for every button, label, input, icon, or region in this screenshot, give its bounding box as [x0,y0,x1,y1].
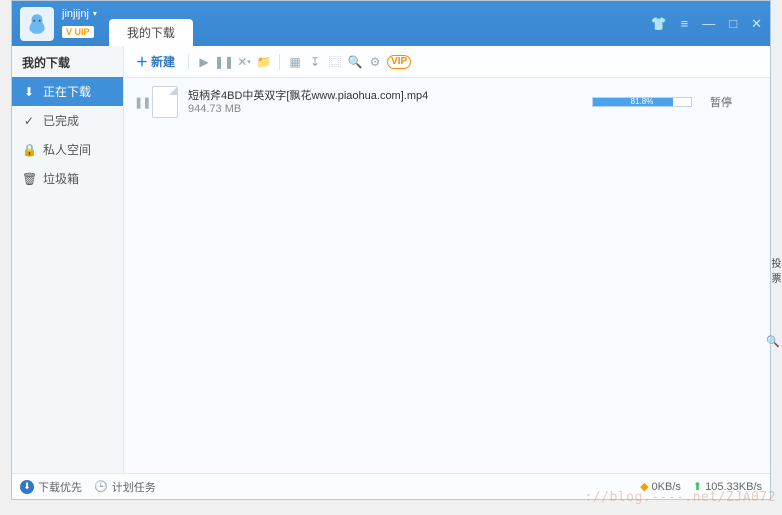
separator [279,54,280,70]
sidebar-item-label: 垃圾箱 [43,170,79,187]
sidebar: 我的下载 ⬇ 正在下载 ✓ 已完成 🔒 私人空间 🗑 垃圾箱 [12,46,124,473]
file-name: 短柄斧4BD中英双字[飘花www.piaohua.com].mp4 [188,89,488,103]
sidebar-item-label: 正在下载 [43,83,91,100]
user-dropdown-caret-icon: ▾ [93,9,97,18]
separator [188,54,189,70]
new-label: 新建 [151,53,175,70]
watermark: ://blog.----.net/ZJA072 [584,490,776,505]
toolbar: ＋ 新建 ▶ ❚❚ ✕▾ 📁 ▦ ↧ ⿴ 🔍 ⚙ VIP [124,46,770,78]
priority-button[interactable]: ⬇ 下载优先 [20,479,82,495]
sidebar-item-private[interactable]: 🔒 私人空间 [12,135,123,164]
file-size: 944.73 MB [188,103,488,115]
sidebar-item-label: 已完成 [43,112,79,129]
download-list: ❚❚ 短柄斧4BD中英双字[飘花www.piaohua.com].mp4 944… [124,78,770,473]
sidebar-item-downloading[interactable]: ⬇ 正在下载 [12,77,123,106]
menu-icon[interactable]: ≡ [681,16,689,31]
priority-icon: ⬇ [20,480,34,494]
right-strip: 投票 🔍 [771,0,782,500]
settings-icon[interactable]: ⚙ [367,54,383,70]
app-window: jinjijnj ▾ V UIP 我的下载 👕 ≡ — □ ✕ 我的下载 ⬇ 正… [11,0,771,500]
sidebar-item-label: 私人空间 [43,141,91,158]
window-controls: 👕 ≡ — □ ✕ [650,16,762,32]
tab-strip: 我的下载 [109,1,651,46]
file-info: 短柄斧4BD中英双字[飘花www.piaohua.com].mp4 944.73… [188,89,488,115]
row-pause-icon[interactable]: ❚❚ [134,96,152,109]
schedule-button[interactable]: 🕒 计划任务 [94,479,156,495]
priority-label: 下载优先 [38,479,82,495]
magnifier-icon[interactable]: 🔍 [766,335,780,348]
sidebar-item-trash[interactable]: 🗑 垃圾箱 [12,164,123,193]
maximize-button[interactable]: □ [729,16,737,31]
vote-label[interactable]: 投票 [771,255,782,285]
pause-icon[interactable]: ❚❚ [216,54,232,70]
skin-icon[interactable]: 👕 [650,16,666,32]
plus-icon: ＋ [136,53,148,70]
minimize-button[interactable]: — [702,16,715,31]
tab-label: 我的下载 [127,24,175,41]
close-button[interactable]: ✕ [751,16,762,32]
titlebar: jinjijnj ▾ V UIP 我的下载 👕 ≡ — □ ✕ [12,1,770,46]
avatar[interactable] [20,7,54,41]
main-panel: ＋ 新建 ▶ ❚❚ ✕▾ 📁 ▦ ↧ ⿴ 🔍 ⚙ VIP ❚❚ [124,46,770,473]
trash-icon: 🗑 [22,172,36,186]
search-icon[interactable]: 🔍 [347,54,363,70]
download-icon: ⬇ [22,85,36,99]
penguin-icon [24,11,50,37]
new-button[interactable]: ＋ 新建 [130,50,181,73]
grid-view-icon[interactable]: ▦ [287,54,303,70]
user-block[interactable]: jinjijnj ▾ V UIP [62,8,97,40]
progress-percent: 81.8% [593,97,691,106]
download-row[interactable]: ❚❚ 短柄斧4BD中英双字[飘花www.piaohua.com].mp4 944… [124,78,770,126]
username: jinjijnj [62,8,89,20]
progress-wrap: 81.8% [592,97,692,107]
schedule-label: 计划任务 [112,479,156,495]
vip-icon[interactable]: VIP [387,55,411,69]
delete-icon[interactable]: ✕▾ [236,54,252,70]
sort-icon[interactable]: ↧ [307,54,323,70]
progress-bar: 81.8% [592,97,692,107]
check-icon: ✓ [22,114,36,128]
download-status: 暂停 [710,94,760,110]
vip-badge: V UIP [62,22,97,40]
play-icon[interactable]: ▶ [196,54,212,70]
tab-downloads[interactable]: 我的下载 [109,19,193,46]
sidebar-item-completed[interactable]: ✓ 已完成 [12,106,123,135]
detail-icon[interactable]: ⿴ [327,54,343,70]
body: 我的下载 ⬇ 正在下载 ✓ 已完成 🔒 私人空间 🗑 垃圾箱 ＋ [12,46,770,473]
clock-icon: 🕒 [94,480,108,493]
sidebar-heading: 我的下载 [12,46,123,77]
file-icon [152,86,178,118]
lock-icon: 🔒 [22,143,36,157]
folder-icon[interactable]: 📁 [256,54,272,70]
